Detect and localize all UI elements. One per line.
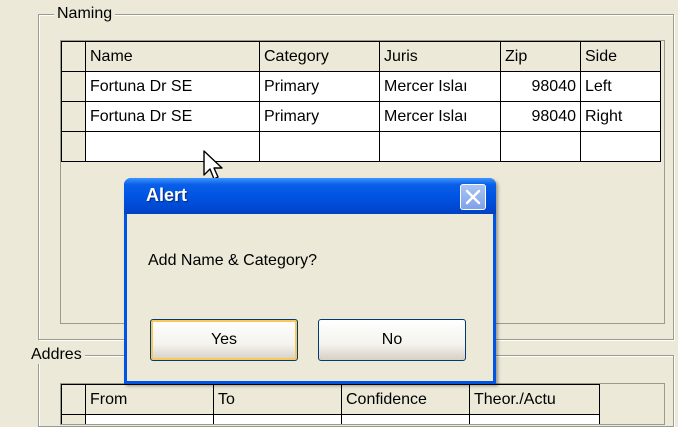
column-header-confidence[interactable]: Confidence bbox=[341, 384, 470, 415]
row-selector-corner bbox=[61, 41, 86, 72]
table-row[interactable] bbox=[61, 414, 600, 424]
dialog-titlebar[interactable]: Alert bbox=[124, 178, 496, 214]
cell-zip[interactable]: 98040 bbox=[500, 101, 581, 132]
cell-juris[interactable]: Mercer Islaı bbox=[379, 71, 501, 102]
naming-table: Name Category Juris Zip Side Fortuna Dr … bbox=[61, 41, 661, 162]
dialog-body: Add Name & Category? Yes No bbox=[127, 214, 493, 381]
address-grid[interactable]: From To Confidence Theor./Actu bbox=[60, 383, 665, 425]
column-header-category[interactable]: Category bbox=[259, 41, 380, 72]
new-row[interactable] bbox=[61, 131, 661, 162]
close-button[interactable] bbox=[460, 184, 486, 210]
column-header-theor-actu[interactable]: Theor./Actu bbox=[469, 384, 600, 415]
table-row[interactable]: Fortuna Dr SE Primary Mercer Islaı 98040… bbox=[61, 71, 661, 102]
dialog-title: Alert bbox=[146, 185, 188, 205]
column-header-side[interactable]: Side bbox=[580, 41, 661, 72]
cell-zip-new[interactable] bbox=[500, 131, 581, 162]
cell-name[interactable]: Fortuna Dr SE bbox=[85, 71, 260, 102]
cell-juris[interactable]: Mercer Islaı bbox=[379, 101, 501, 132]
cell-to[interactable] bbox=[213, 414, 342, 424]
cell-side-new[interactable] bbox=[580, 131, 661, 162]
cell-theor-actu[interactable] bbox=[469, 414, 600, 424]
cell-from[interactable] bbox=[85, 414, 214, 424]
cell-side[interactable]: Left bbox=[580, 71, 661, 102]
alert-dialog: Alert Add Name & Category? Yes No bbox=[124, 178, 496, 384]
cell-side[interactable]: Right bbox=[580, 101, 661, 132]
yes-button[interactable]: Yes bbox=[150, 319, 298, 361]
address-group-title: Addres bbox=[28, 346, 85, 364]
row-selector-corner bbox=[61, 384, 86, 415]
row-selector[interactable] bbox=[61, 71, 86, 102]
cell-zip[interactable]: 98040 bbox=[500, 71, 581, 102]
column-header-zip[interactable]: Zip bbox=[500, 41, 581, 72]
close-icon bbox=[465, 189, 481, 205]
cell-confidence[interactable] bbox=[341, 414, 470, 424]
column-header-to[interactable]: To bbox=[213, 384, 342, 415]
cell-category-new[interactable] bbox=[259, 131, 380, 162]
column-header-from[interactable]: From bbox=[85, 384, 214, 415]
cell-name-new[interactable] bbox=[85, 131, 260, 162]
column-header-name[interactable]: Name bbox=[85, 41, 260, 72]
naming-group-title: Naming bbox=[54, 5, 116, 23]
cell-category[interactable]: Primary bbox=[259, 101, 380, 132]
cell-category[interactable]: Primary bbox=[259, 71, 380, 102]
column-header-juris[interactable]: Juris bbox=[379, 41, 501, 72]
dialog-message: Add Name & Category? bbox=[148, 252, 317, 269]
address-header-row: From To Confidence Theor./Actu bbox=[61, 384, 600, 415]
row-selector[interactable] bbox=[61, 101, 86, 132]
cell-name[interactable]: Fortuna Dr SE bbox=[85, 101, 260, 132]
no-button[interactable]: No bbox=[318, 319, 466, 361]
naming-header-row: Name Category Juris Zip Side bbox=[61, 41, 661, 72]
table-row[interactable]: Fortuna Dr SE Primary Mercer Islaı 98040… bbox=[61, 101, 661, 132]
cell-juris-new[interactable] bbox=[379, 131, 501, 162]
row-selector[interactable] bbox=[61, 131, 86, 162]
address-table: From To Confidence Theor./Actu bbox=[61, 384, 600, 424]
row-selector[interactable] bbox=[61, 414, 86, 424]
